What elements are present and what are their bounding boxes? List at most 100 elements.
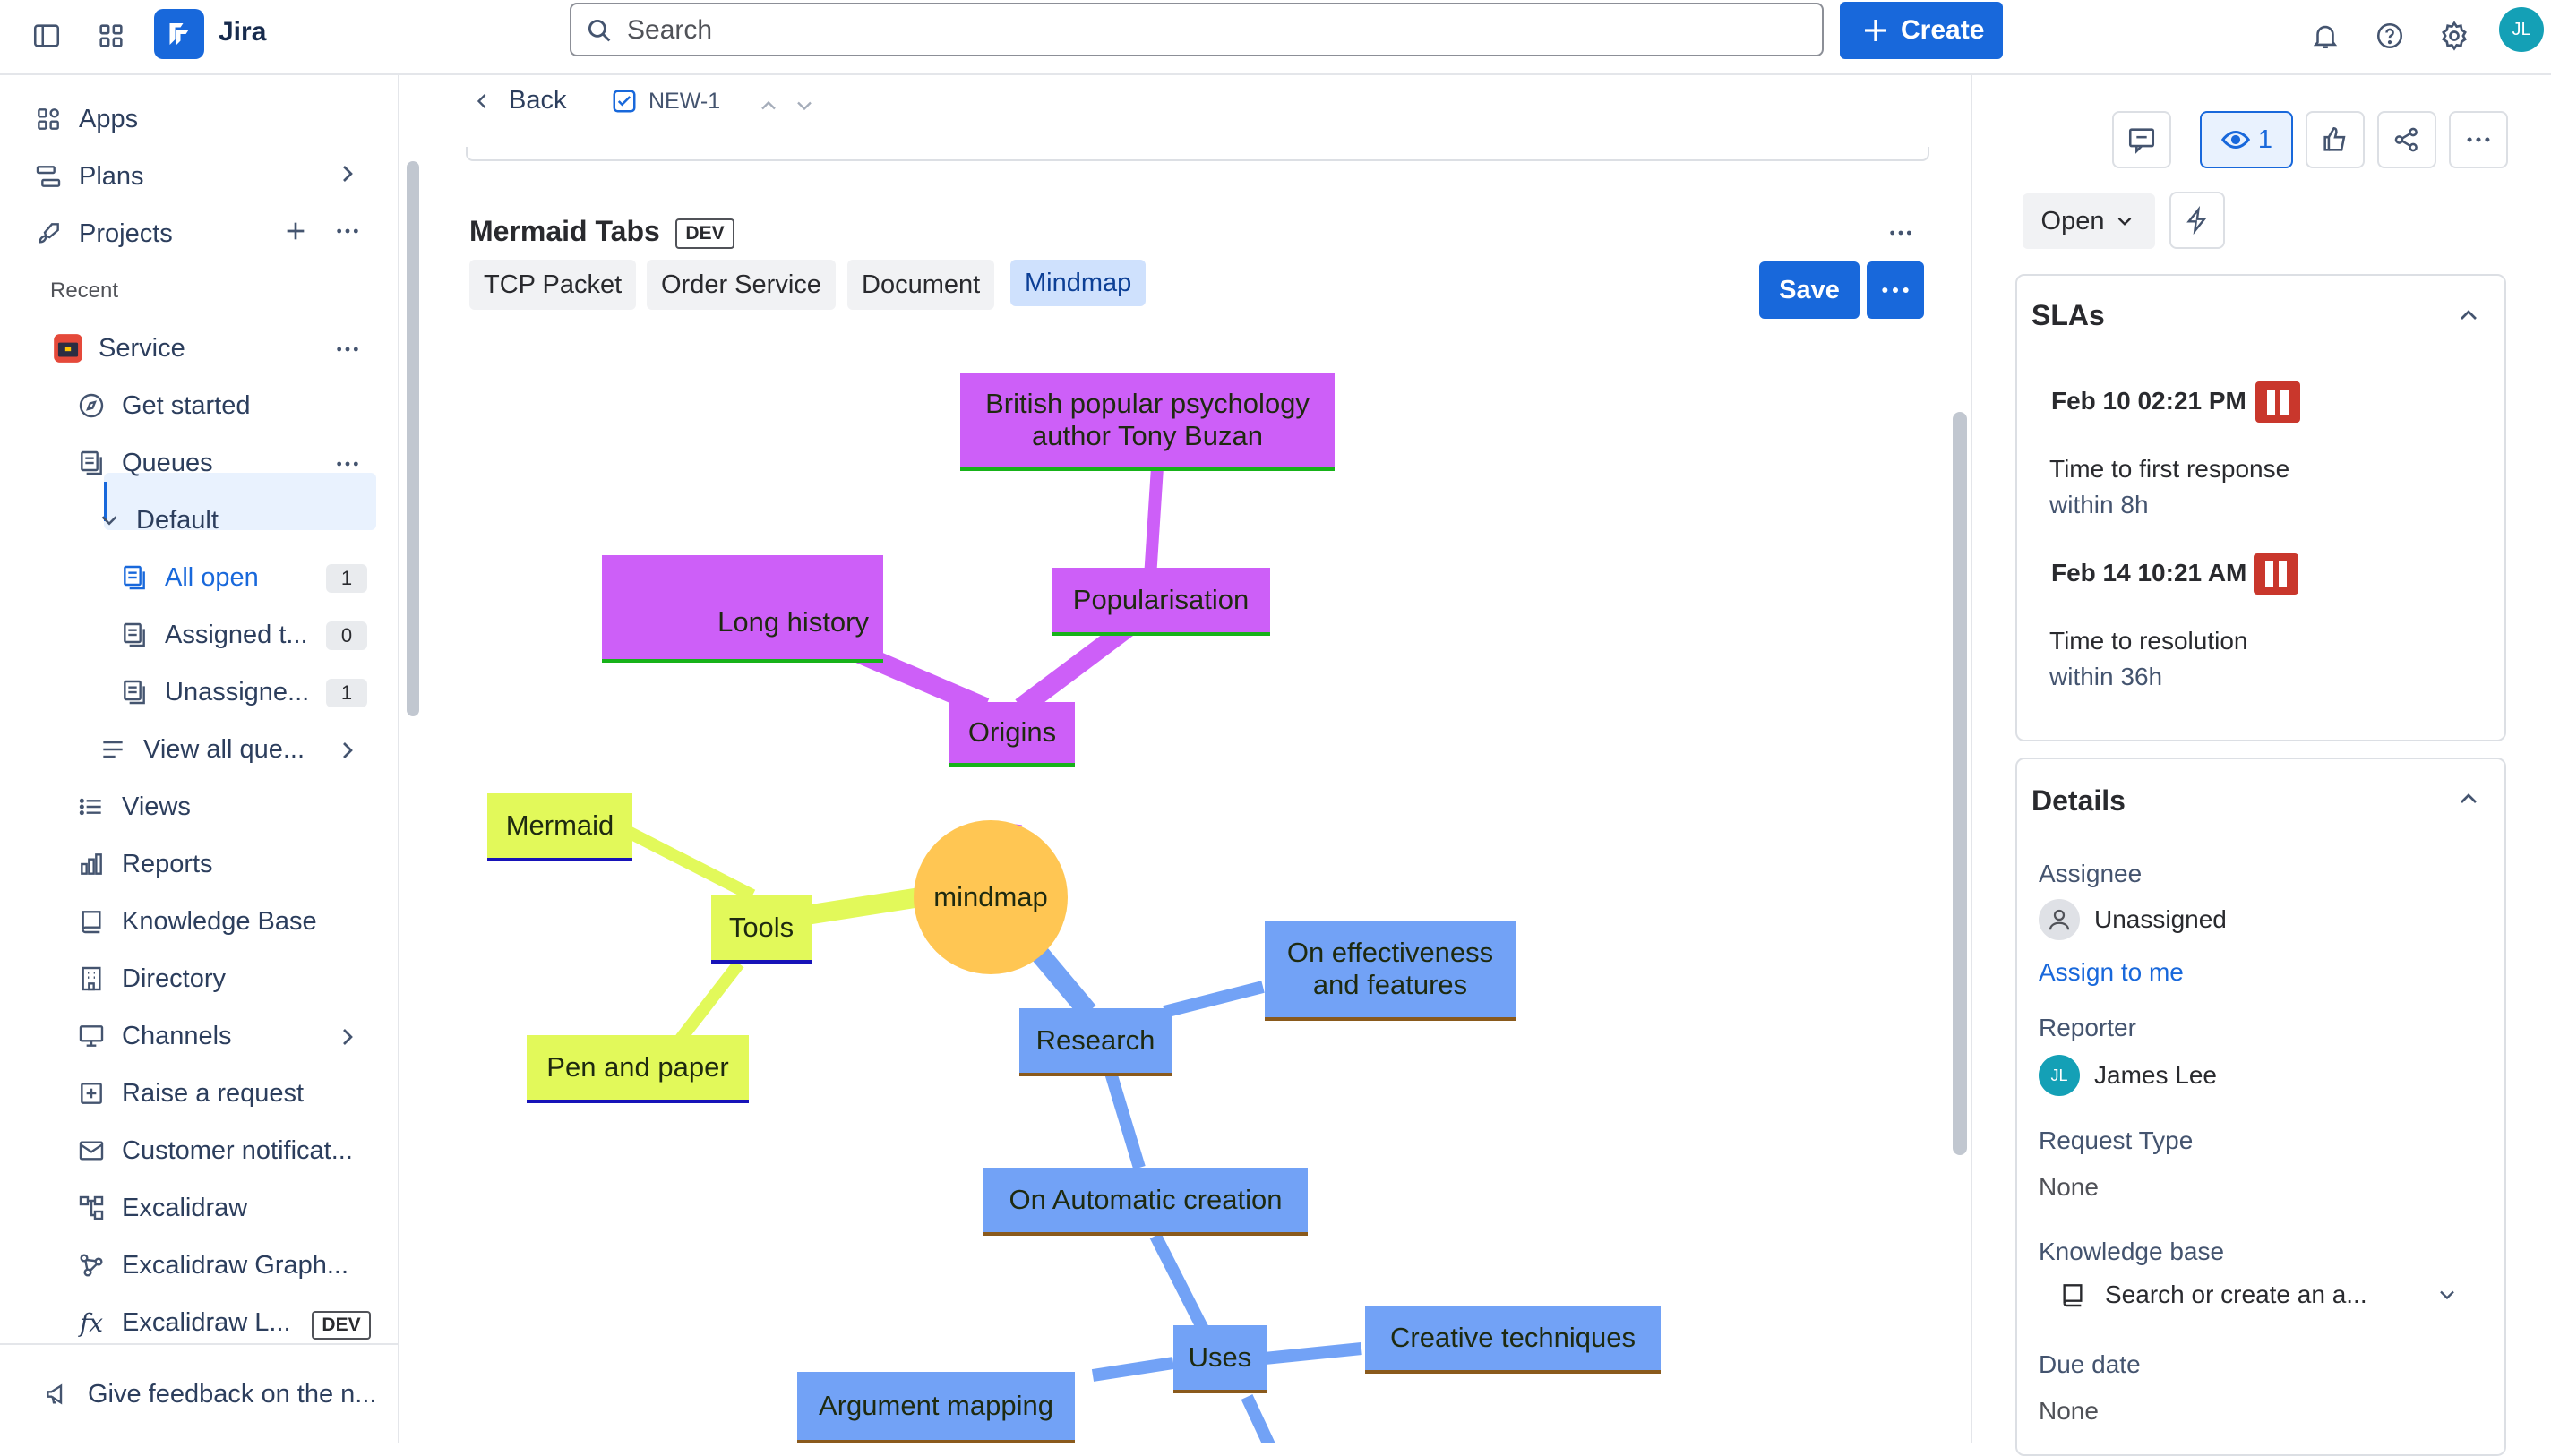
chevron-right-icon[interactable] <box>333 159 362 188</box>
sidebar-item-plans[interactable]: Plans <box>30 150 144 202</box>
mindmap-node-effectiveness[interactable]: On effectiveness and features <box>1265 921 1516 1021</box>
mindmap-node-buzan[interactable]: British popular psychology author Tony B… <box>960 373 1335 471</box>
sidebar-toggle-icon[interactable] <box>21 11 72 61</box>
sidebar-item-default[interactable]: Default <box>95 494 219 546</box>
tab-order-service[interactable]: Order Service <box>647 260 836 310</box>
status-dropdown[interactable]: Open <box>2023 193 2155 249</box>
sidebar-item-projects[interactable]: Projects <box>30 208 173 260</box>
reporter-field[interactable]: JL James Lee <box>2039 1055 2217 1096</box>
mindmap-node-pen-and-paper[interactable]: Pen and paper <box>527 1035 749 1103</box>
more-options-icon[interactable] <box>333 335 362 364</box>
book-icon <box>2058 1280 2087 1309</box>
mindmap-node-automatic-creation[interactable]: On Automatic creation <box>983 1168 1308 1236</box>
edge-uses-more <box>1241 1394 1276 1443</box>
sidebar-item-customer-notifications[interactable]: Customer notificat... <box>73 1125 353 1177</box>
sidebar-item-excalidraw[interactable]: Excalidraw <box>73 1182 247 1234</box>
give-feedback-link[interactable]: Give feedback on the n... <box>39 1368 376 1420</box>
sidebar-item-knowledge-base[interactable]: Knowledge Base <box>73 895 317 947</box>
count-badge: 1 <box>326 679 367 707</box>
mindmap-node-origins[interactable]: Origins <box>949 702 1075 767</box>
sla-name: Time to resolution <box>2049 627 2248 655</box>
more-options-icon[interactable] <box>1883 218 1919 247</box>
mindmap-root-node[interactable]: mindmap <box>914 820 1068 974</box>
sidebar-item-assigned[interactable]: Assigned t... <box>116 609 308 661</box>
vote-button[interactable] <box>2306 111 2365 168</box>
knowledge-base-select[interactable]: Search or create an a... <box>2058 1280 2460 1309</box>
sidebar-item-service[interactable]: Service <box>50 322 185 374</box>
mindmap-node-uses[interactable]: Uses <box>1173 1325 1267 1393</box>
mindmap-node-long-history[interactable]: Long history <box>602 555 883 663</box>
due-date-value[interactable]: None <box>2039 1397 2099 1426</box>
user-avatar[interactable]: JL <box>2499 7 2544 52</box>
sidebar-item-queues[interactable]: Queues <box>73 437 213 489</box>
sidebar-item-apps[interactable]: Apps <box>30 93 138 145</box>
search-input[interactable]: Search <box>570 3 1824 56</box>
sidebar-item-channels[interactable]: Channels <box>73 1010 232 1062</box>
share-icon <box>2392 124 2422 155</box>
app-name[interactable]: Jira <box>219 14 266 50</box>
sidebar-item-views[interactable]: Views <box>73 781 191 833</box>
edge-research-effectiveness <box>1163 981 1265 1018</box>
mindmap-node-research[interactable]: Research <box>1019 1008 1172 1076</box>
request-type-value[interactable]: None <box>2039 1173 2099 1202</box>
sidebar-item-excalidraw-l[interactable]: fx Excalidraw L... <box>73 1297 291 1349</box>
collapse-chevron-up-icon[interactable] <box>2454 784 2483 813</box>
more-actions-button[interactable] <box>2449 111 2508 168</box>
next-issue-chevron-down-icon[interactable] <box>792 93 817 118</box>
hierarchy-icon <box>73 1190 109 1226</box>
sidebar-item-get-started[interactable]: Get started <box>73 380 250 432</box>
edge-popularisation-buzan <box>1144 467 1164 578</box>
more-actions-button[interactable] <box>1867 261 1924 319</box>
sidebar-item-directory[interactable]: Directory <box>73 953 226 1005</box>
assignee-value: Unassigned <box>2094 905 2227 933</box>
chevron-right-icon[interactable] <box>333 736 362 765</box>
share-button[interactable] <box>2377 111 2436 168</box>
mindmap-canvas[interactable]: mindmap Origins Long history Popularisat… <box>466 349 1935 1443</box>
app-switcher-icon[interactable] <box>86 11 136 61</box>
assign-to-me-link[interactable]: Assign to me <box>2039 958 2184 987</box>
sidebar-scrollbar[interactable] <box>407 161 419 716</box>
notifications-bell-icon[interactable] <box>2300 11 2350 61</box>
create-button[interactable]: Create <box>1840 2 2003 59</box>
back-button[interactable]: Back <box>469 86 566 116</box>
sidebar-item-raise-request[interactable]: Raise a request <box>73 1067 304 1119</box>
assignee-field[interactable]: Unassigned <box>2039 899 2227 940</box>
sidebar-item-excalidraw-graph[interactable]: Excalidraw Graph... <box>73 1239 348 1291</box>
edge-research-automatic <box>1104 1070 1146 1170</box>
sidebar-item-all-open[interactable]: All open <box>116 552 259 604</box>
watch-button[interactable]: 1 <box>2200 111 2293 168</box>
mindmap-node-argument-mapping[interactable]: Argument mapping <box>797 1372 1075 1443</box>
tab-mindmap[interactable]: Mindmap <box>1010 260 1147 306</box>
more-options-icon[interactable] <box>333 217 362 245</box>
mindmap-node-creative-techniques[interactable]: Creative techniques <box>1365 1306 1661 1374</box>
sidebar-item-view-all-queues[interactable]: View all que... <box>95 724 305 775</box>
sidebar-item-unassigned[interactable]: Unassigne... <box>116 666 309 718</box>
settings-gear-icon[interactable] <box>2429 11 2479 61</box>
sidebar-item-label: Views <box>122 792 191 821</box>
save-button[interactable]: Save <box>1759 261 1860 319</box>
queue-icon <box>116 674 152 710</box>
help-icon[interactable] <box>2365 11 2415 61</box>
automation-button[interactable] <box>2169 192 2225 249</box>
chevron-right-icon[interactable] <box>333 1023 362 1051</box>
sidebar-item-reports[interactable]: Reports <box>73 838 213 890</box>
mindmap-node-mermaid[interactable]: Mermaid <box>487 793 632 861</box>
mindmap-node-tools[interactable]: Tools <box>711 895 812 964</box>
graph-nodes-icon <box>73 1247 109 1283</box>
issue-key-link[interactable]: NEW-1 <box>611 88 720 115</box>
plus-icon <box>1860 14 1892 47</box>
previous-issue-chevron-up-icon[interactable] <box>756 93 781 118</box>
tab-tcp-packet[interactable]: TCP Packet <box>469 260 637 310</box>
unassigned-avatar-icon <box>2039 899 2080 940</box>
tab-document[interactable]: Document <box>847 260 995 310</box>
main-scrollbar[interactable] <box>1953 412 1967 1155</box>
due-date-label: Due date <box>2039 1350 2141 1378</box>
apps-grid-icon <box>30 101 66 137</box>
jira-logo-icon[interactable] <box>154 9 204 59</box>
mindmap-node-popularisation[interactable]: Popularisation <box>1052 568 1270 636</box>
add-project-plus-icon[interactable] <box>281 217 310 245</box>
collapse-chevron-up-icon[interactable] <box>2454 301 2483 330</box>
more-options-icon[interactable] <box>333 450 362 478</box>
feedback-button[interactable] <box>2112 111 2171 168</box>
search-icon <box>584 15 614 46</box>
